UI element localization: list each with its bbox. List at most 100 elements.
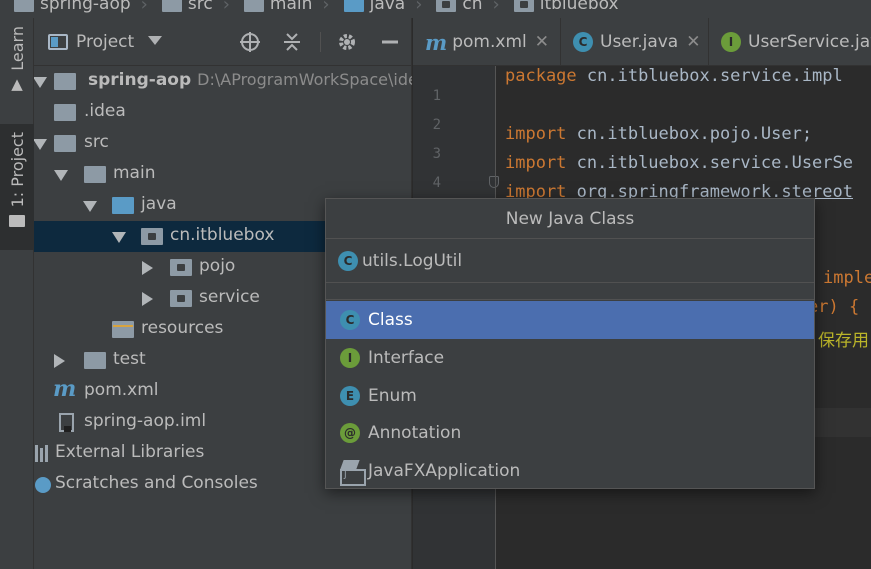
- package-icon: [436, 0, 457, 12]
- fold-marker-icon[interactable]: [489, 176, 499, 188]
- tab-user-java[interactable]: C User.java ✕: [561, 18, 709, 66]
- minimize-icon[interactable]: [378, 30, 402, 54]
- kind-option-annotation[interactable]: @ Annotation: [326, 414, 814, 452]
- project-panel-header: Project: [34, 18, 412, 66]
- collapsed-arrow-icon[interactable]: [54, 354, 65, 368]
- tree-item-label: pojo: [199, 256, 236, 276]
- folder-icon: [243, 0, 264, 12]
- breadcrumb-item-cn[interactable]: cn ›: [422, 0, 500, 15]
- tree-item-label: src: [84, 132, 109, 152]
- expanded-arrow-icon[interactable]: [83, 201, 97, 212]
- code-fragment[interactable]: imple: [823, 268, 871, 288]
- option-label: Annotation: [368, 423, 462, 443]
- project-window-icon: [48, 34, 68, 50]
- tree-item-label: Scratches and Consoles: [55, 473, 258, 493]
- breadcrumb-label: main: [269, 0, 313, 14]
- code-line[interactable]: import cn.itbluebox.service.UserSe: [505, 153, 853, 173]
- tab-userservice-java[interactable]: I UserService.jav: [709, 18, 871, 66]
- breadcrumb-item-main[interactable]: main ›: [230, 0, 330, 15]
- kind-option-javafx[interactable]: JavaFXApplication: [326, 452, 814, 490]
- tab-label: UserService.jav: [748, 32, 871, 52]
- iml-file-icon: [59, 413, 74, 432]
- close-icon[interactable]: ✕: [686, 32, 700, 52]
- collapse-all-icon[interactable]: [280, 30, 304, 54]
- code-fragment[interactable]: er) {: [808, 297, 859, 317]
- line-number: 3: [432, 146, 441, 162]
- class-name-row: C: [326, 240, 814, 282]
- breadcrumb-item-itbluebox[interactable]: itbluebox: [500, 0, 619, 14]
- chevron-right-icon: ›: [140, 0, 148, 15]
- javafx-icon: [340, 460, 366, 486]
- resources-folder-icon: [112, 321, 134, 338]
- close-icon[interactable]: ✕: [535, 32, 549, 52]
- breadcrumb: spring-aop › src › main › java › cn › it…: [0, 0, 871, 18]
- tree-item-label: External Libraries: [55, 442, 205, 462]
- module-folder-icon: [14, 0, 34, 12]
- breadcrumb-label: java: [369, 0, 406, 14]
- new-java-class-dialog: New Java Class C C Class I Interface E E…: [325, 198, 815, 489]
- chevron-right-icon: ›: [322, 0, 330, 15]
- maven-icon: m: [425, 29, 448, 55]
- breadcrumb-label: itbluebox: [539, 0, 619, 14]
- locate-crosshair-icon[interactable]: [238, 30, 262, 54]
- breadcrumb-label: src: [187, 0, 213, 14]
- chevron-down-icon[interactable]: [148, 36, 162, 45]
- tree-item-spring-aop[interactable]: spring-aopD:\AProgramWorkSpace\idea\sp: [34, 66, 412, 97]
- tree-item-label: cn.itbluebox: [170, 225, 275, 245]
- project-panel-title[interactable]: Project: [76, 32, 134, 52]
- graduation-cap-icon: ▲: [11, 74, 23, 93]
- kind-option-enum[interactable]: E Enum: [326, 377, 814, 415]
- editor-tabs: m pom.xml ✕ C User.java ✕ I UserService.…: [413, 18, 871, 66]
- tree-item-label: pom.xml: [84, 380, 159, 400]
- tree-item-src[interactable]: src: [34, 128, 412, 159]
- option-label: Interface: [368, 348, 445, 368]
- tool-window-strip: Learn ▲ 1: Project: [0, 18, 34, 569]
- interface-icon: I: [340, 348, 360, 368]
- project-tool-tab[interactable]: 1: Project: [0, 124, 34, 250]
- chevron-right-icon: ›: [222, 0, 230, 15]
- breadcrumb-label: spring-aop: [40, 0, 131, 14]
- expanded-arrow-icon[interactable]: [34, 77, 47, 88]
- kind-option-class[interactable]: C Class: [326, 301, 814, 339]
- package-icon: [513, 0, 534, 12]
- breadcrumb-item-spring-aop[interactable]: spring-aop ›: [0, 0, 148, 15]
- libraries-icon: [35, 445, 48, 462]
- package-icon: [141, 228, 163, 245]
- tree-item-idea[interactable]: .idea: [34, 97, 412, 128]
- tree-item-label: spring-aopD:\AProgramWorkSpace\idea\sp: [88, 70, 412, 90]
- project-tab-label: 1: Project: [7, 132, 27, 208]
- package-icon: [170, 259, 192, 276]
- scratches-icon: [35, 477, 51, 493]
- collapsed-arrow-icon[interactable]: [142, 292, 153, 306]
- collapsed-arrow-icon[interactable]: [142, 261, 153, 275]
- tree-item-label: service: [199, 287, 260, 307]
- chevron-right-icon: ›: [415, 0, 423, 15]
- tab-pom-xml[interactable]: m pom.xml ✕: [413, 18, 561, 66]
- tree-item-label: test: [113, 349, 146, 369]
- tree-item-label: main: [113, 163, 156, 183]
- breadcrumb-label: cn: [462, 0, 483, 14]
- gear-icon[interactable]: [335, 30, 359, 54]
- kind-option-interface[interactable]: I Interface: [326, 339, 814, 377]
- learn-tool-tab[interactable]: Learn ▲: [0, 26, 34, 116]
- tree-item-main[interactable]: main: [34, 159, 412, 190]
- line-number: 1: [432, 88, 441, 104]
- folder-icon: [54, 104, 76, 121]
- breadcrumb-item-src[interactable]: src ›: [148, 0, 230, 15]
- code-line[interactable]: package cn.itbluebox.service.impl: [505, 66, 843, 86]
- package-icon: [170, 290, 192, 307]
- option-label: Class: [368, 310, 413, 330]
- expanded-arrow-icon[interactable]: [112, 232, 126, 243]
- option-label: JavaFXApplication: [368, 461, 521, 481]
- class-name-input[interactable]: [362, 246, 802, 276]
- tree-item-label: resources: [141, 318, 224, 338]
- tab-label: pom.xml: [452, 32, 527, 52]
- source-folder-icon: [112, 197, 134, 214]
- breadcrumb-item-java[interactable]: java ›: [330, 0, 423, 15]
- tab-label: User.java: [600, 32, 679, 52]
- expanded-arrow-icon[interactable]: [54, 170, 68, 181]
- code-fragment[interactable]: 保存用: [818, 326, 869, 351]
- code-line[interactable]: import cn.itbluebox.pojo.User;: [505, 124, 812, 144]
- folder-icon: [161, 0, 182, 12]
- expanded-arrow-icon[interactable]: [34, 139, 47, 150]
